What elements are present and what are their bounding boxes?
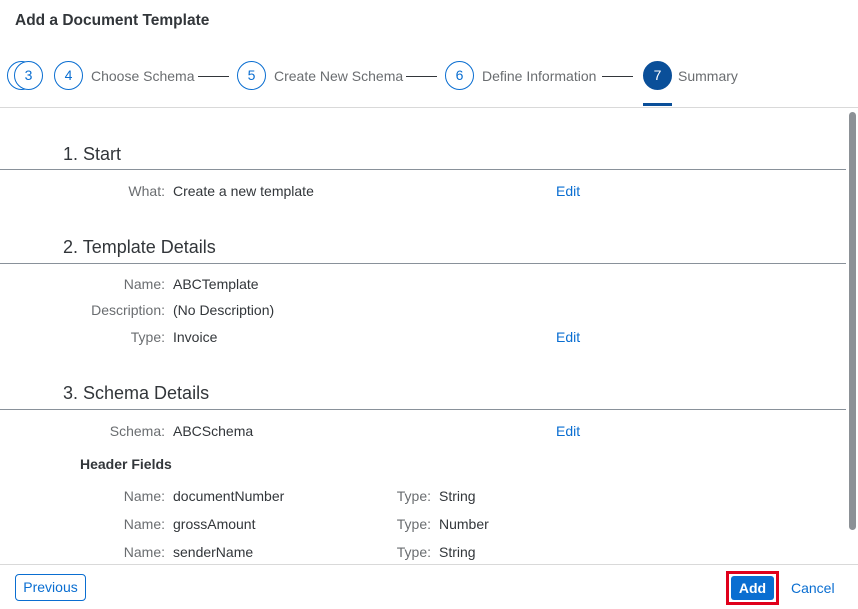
field-type-label: Type: <box>396 516 431 532</box>
field-name-value: documentNumber <box>173 488 285 504</box>
field-name-label: Name: <box>123 516 165 532</box>
field-name-value: grossAmount <box>173 516 256 532</box>
wizard-progress-bar: 3 4 Choose Schema 5 Create New Schema 6 … <box>0 44 858 108</box>
dialog-title: Add a Document Template <box>15 12 210 29</box>
section-start-title: 1. Start <box>63 144 122 164</box>
template-type-value: Invoice <box>173 329 218 345</box>
cancel-button[interactable]: Cancel <box>791 580 835 596</box>
what-value: Create a new template <box>173 183 314 199</box>
step-connector <box>198 76 229 77</box>
step-6[interactable]: 6 <box>445 61 474 90</box>
what-label: What: <box>128 183 165 199</box>
section-divider <box>0 169 846 170</box>
field-type-label: Type: <box>396 544 431 560</box>
dialog-header: Add a Document Template <box>0 0 858 45</box>
edit-template-details-link[interactable]: Edit <box>556 329 580 345</box>
scrollbar-thumb[interactable] <box>849 112 856 530</box>
template-name-label: Name: <box>123 276 165 292</box>
summary-content: 1. Start What: Create a new template Edi… <box>0 108 846 564</box>
current-step-indicator <box>643 103 672 106</box>
template-name-value: ABCTemplate <box>173 276 259 292</box>
section-divider <box>0 263 846 264</box>
step-4[interactable]: 4 <box>54 61 83 90</box>
section-schema-details-title: 3. Schema Details <box>63 383 210 403</box>
step-6-label[interactable]: Define Information <box>482 68 596 84</box>
previous-button[interactable]: Previous <box>15 574 86 601</box>
field-name-value: senderName <box>173 544 254 560</box>
step-connector <box>602 76 633 77</box>
field-type-value: Number <box>439 516 489 532</box>
step-5[interactable]: 5 <box>237 61 266 90</box>
schema-value: ABCSchema <box>173 423 254 439</box>
field-type-label: Type: <box>396 488 431 504</box>
field-name-label: Name: <box>123 488 165 504</box>
step-connector <box>406 76 437 77</box>
add-document-template-dialog: Add a Document Template 3 4 Choose Schem… <box>0 0 858 609</box>
dialog-footer: Previous Add Cancel <box>0 564 858 609</box>
edit-start-link[interactable]: Edit <box>556 183 580 199</box>
field-type-value: String <box>439 544 476 560</box>
field-name-label: Name: <box>123 544 165 560</box>
template-description-value: (No Description) <box>173 302 275 318</box>
section-divider <box>0 409 846 410</box>
step-4-label[interactable]: Choose Schema <box>91 68 195 84</box>
header-fields-title: Header Fields <box>80 456 172 472</box>
step-7-current[interactable]: 7 <box>643 61 672 90</box>
schema-label: Schema: <box>109 423 165 439</box>
field-type-value: String <box>439 488 476 504</box>
template-type-label: Type: <box>130 329 165 345</box>
step-5-label[interactable]: Create New Schema <box>274 68 403 84</box>
template-description-label: Description: <box>91 302 165 318</box>
section-template-details-title: 2. Template Details <box>63 237 216 257</box>
step-7-label[interactable]: Summary <box>678 68 738 84</box>
add-button[interactable]: Add <box>731 576 774 600</box>
step-3[interactable]: 3 <box>14 61 43 90</box>
edit-schema-details-link[interactable]: Edit <box>556 423 580 439</box>
